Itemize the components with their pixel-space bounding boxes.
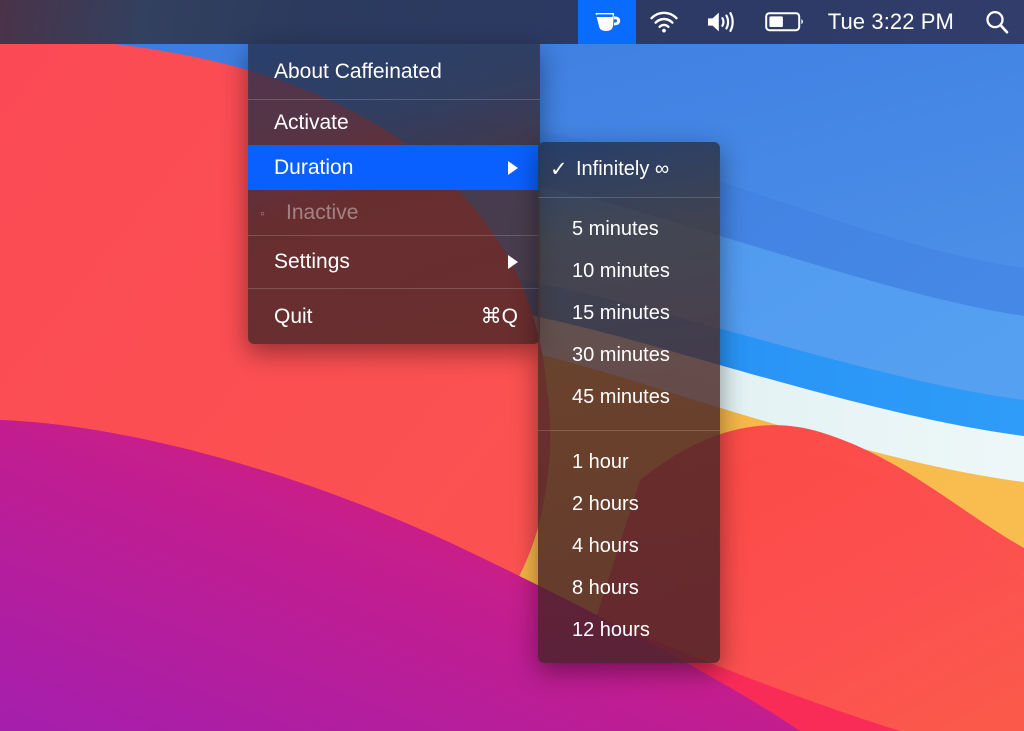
search-icon: [983, 8, 1011, 36]
menu-item-label: Settings: [274, 250, 490, 274]
submenu-spacer: [538, 198, 720, 208]
menu-item-about-caffeinated[interactable]: About Caffeinated: [248, 44, 540, 99]
submenu-item-15-minutes[interactable]: 15 minutes: [538, 292, 720, 334]
submenu-item-8-hours[interactable]: 8 hours: [538, 567, 720, 609]
menu-item-label: Quit: [274, 305, 463, 329]
submenu-item-label: 8 hours: [572, 577, 706, 600]
submenu-item-label: 10 minutes: [572, 260, 706, 283]
menu-bar-status-items: Tue 3:22 PM: [578, 0, 1024, 44]
wifi-icon: [649, 10, 679, 34]
menu-item-shortcut: ⌘Q: [481, 304, 518, 329]
circle-bullet-icon: ◦: [260, 206, 286, 220]
menu-item-label: About Caffeinated: [274, 60, 518, 84]
submenu-items-list: ✓ Infinitely ∞ 5 minutes 10 minutes 15 m…: [538, 142, 720, 663]
submenu-item-1-hour[interactable]: 1 hour: [538, 441, 720, 483]
submenu-item-5-minutes[interactable]: 5 minutes: [538, 208, 720, 250]
chevron-right-icon: [508, 255, 518, 269]
volume-icon: [705, 9, 739, 35]
submenu-spacer: [538, 651, 720, 663]
menu-items-list: About Caffeinated Activate Duration ◦ In…: [248, 44, 540, 344]
menu-item-duration[interactable]: Duration: [248, 145, 540, 190]
volume-status-item[interactable]: [692, 0, 752, 44]
submenu-item-label: 2 hours: [572, 493, 706, 516]
submenu-item-label: 12 hours: [572, 619, 706, 642]
desktop-screen: Tue 3:22 PM About Caffeinated Activate D…: [0, 0, 1024, 731]
menu-bar-clock[interactable]: Tue 3:22 PM: [818, 0, 970, 44]
menu-item-label: Activate: [274, 111, 518, 135]
menu-item-label: Inactive: [286, 201, 518, 225]
caffeinated-dropdown-menu: About Caffeinated Activate Duration ◦ In…: [248, 44, 540, 344]
coffee-cup-icon: [592, 9, 622, 35]
submenu-item-label: 30 minutes: [572, 344, 706, 367]
submenu-item-2-hours[interactable]: 2 hours: [538, 483, 720, 525]
submenu-item-label: Infinitely ∞: [576, 158, 706, 181]
menu-item-quit[interactable]: Quit ⌘Q: [248, 289, 540, 344]
submenu-item-30-minutes[interactable]: 30 minutes: [538, 334, 720, 376]
submenu-item-45-minutes[interactable]: 45 minutes: [538, 376, 720, 418]
checkmark-icon: ✓: [550, 159, 576, 180]
submenu-spacer: [538, 431, 720, 441]
spotlight-status-item[interactable]: [970, 0, 1024, 44]
battery-icon: [765, 11, 805, 33]
submenu-item-4-hours[interactable]: 4 hours: [538, 525, 720, 567]
submenu-item-label: 1 hour: [572, 451, 706, 474]
chevron-right-icon: [508, 161, 518, 175]
submenu-item-label: 45 minutes: [572, 386, 706, 409]
menu-item-activate[interactable]: Activate: [248, 100, 540, 145]
battery-status-item[interactable]: [752, 0, 818, 44]
wifi-status-item[interactable]: [636, 0, 692, 44]
submenu-item-12-hours[interactable]: 12 hours: [538, 609, 720, 651]
submenu-item-label: 15 minutes: [572, 302, 706, 325]
macos-menu-bar: Tue 3:22 PM: [0, 0, 1024, 44]
menu-item-inactive: ◦ Inactive: [248, 190, 540, 235]
submenu-spacer: [538, 418, 720, 430]
submenu-item-label: 5 minutes: [572, 218, 706, 241]
menu-item-settings[interactable]: Settings: [248, 236, 540, 288]
duration-submenu: ✓ Infinitely ∞ 5 minutes 10 minutes 15 m…: [538, 142, 720, 663]
submenu-item-infinitely[interactable]: ✓ Infinitely ∞: [538, 142, 720, 197]
submenu-item-10-minutes[interactable]: 10 minutes: [538, 250, 720, 292]
submenu-item-label: 4 hours: [572, 535, 706, 558]
menu-item-label: Duration: [274, 156, 490, 180]
caffeinated-status-item[interactable]: [578, 0, 636, 44]
